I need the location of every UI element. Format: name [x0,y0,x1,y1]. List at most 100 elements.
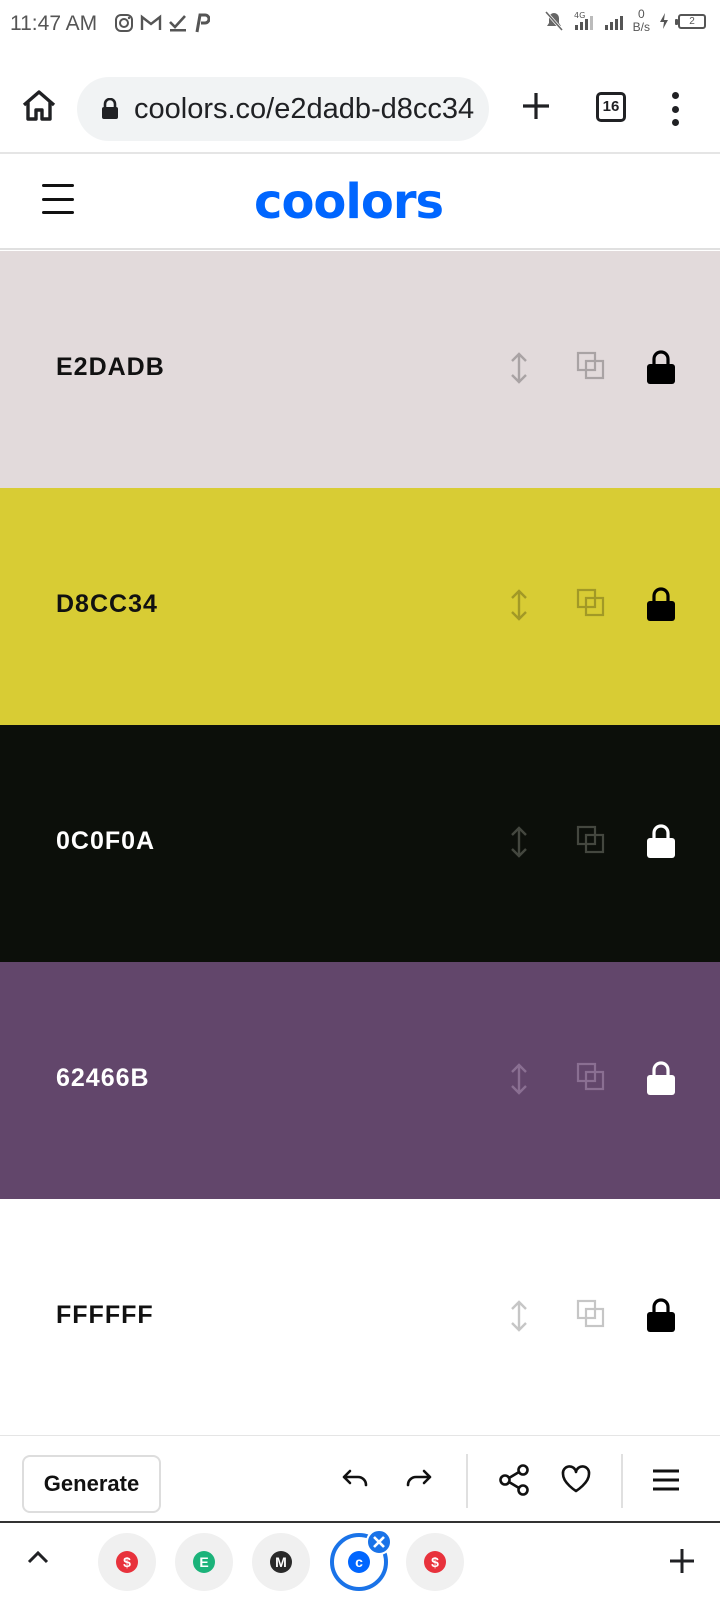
app-header: coolors [0,156,720,250]
address-bar[interactable]: coolors.co/e2dadb-d8cc34 [77,77,489,141]
hex-code[interactable]: 0C0F0A [56,827,155,856]
undo-icon [342,1469,368,1487]
status-time: 11:47 AM [10,12,98,35]
charging-icon [660,13,668,29]
browser-toolbar: coolors.co/e2dadb-d8cc34 16 [0,52,720,154]
close-icon [373,1536,385,1548]
copy-button[interactable] [576,351,606,386]
toolbar-divider [621,1454,623,1508]
copy-button[interactable] [576,825,606,860]
lock-button[interactable] [646,349,676,390]
color-swatch[interactable]: D8CC34 [0,488,720,725]
tab-strip-expand-button[interactable] [26,1549,50,1570]
generate-button[interactable]: Generate [22,1455,161,1513]
net-speed-unit: B/s [632,20,650,34]
tab-thumbnail[interactable]: $ [406,1533,464,1591]
undo-button[interactable] [340,1466,370,1497]
redo-button[interactable] [404,1466,434,1497]
copy-icon [576,588,605,617]
options-menu-button[interactable] [652,1468,680,1497]
lock-button[interactable] [646,1297,676,1338]
lock-icon [647,350,675,384]
favorite-button[interactable] [560,1464,592,1499]
tab-strip: $ E Mc $ [0,1525,720,1600]
battery-icon: 2 [675,13,706,29]
home-icon [22,90,56,121]
toolbar-divider [466,1454,468,1508]
generator-toolbar: Generate [0,1435,720,1523]
chevron-up-icon [27,1550,49,1564]
hex-code[interactable]: D8CC34 [56,590,158,619]
system-icons: 4G 0 B/s 2 [544,8,706,34]
copy-button[interactable] [576,588,606,623]
copy-icon [576,1062,605,1091]
hex-code[interactable]: 62466B [56,1064,150,1093]
copy-icon [576,1299,605,1328]
signal-icon [604,16,623,30]
lock-button[interactable] [646,586,676,627]
share-button[interactable] [498,1464,530,1501]
drag-handle[interactable] [508,588,530,627]
net-speed: 0 B/s [633,8,650,34]
plus-icon [670,1549,694,1573]
new-tab-button[interactable] [520,90,552,127]
url-text: coolors.co/e2dadb-d8cc34 [134,93,475,125]
paypal-icon [195,13,210,33]
drag-handle[interactable] [508,351,530,390]
close-tab-button[interactable] [366,1529,392,1555]
drag-handle[interactable] [508,825,530,864]
yellow-m-favicon: M [270,1551,292,1573]
tab-strip-new-tab-button[interactable] [668,1547,696,1580]
coolors-favicon: c [348,1551,370,1573]
color-swatch[interactable]: 0C0F0A [0,725,720,962]
lock-button[interactable] [646,823,676,864]
drag-handle[interactable] [508,1299,530,1338]
copy-button[interactable] [576,1299,606,1334]
heart-icon [561,1465,591,1493]
drag-arrows-icon [511,352,527,384]
copy-icon [576,825,605,854]
browser-menu-button[interactable] [668,92,682,126]
status-bar: 11:47 AM 4G 0 B/s 2 [0,0,720,52]
drag-handle[interactable] [508,1062,530,1101]
green-e-favicon: E [193,1551,215,1573]
tab-switcher-button[interactable]: 16 [596,92,626,122]
tab-thumbnail[interactable]: $ [98,1533,156,1591]
tab-thumbnail[interactable]: E [175,1533,233,1591]
color-swatch[interactable]: E2DADB [0,251,720,488]
hex-code[interactable]: E2DADB [56,353,165,382]
red-dollar-favicon: $ [116,1551,138,1573]
redo-icon [406,1469,432,1487]
share-icon [499,1464,529,1496]
app-menu-button[interactable] [42,184,74,214]
drag-arrows-icon [511,826,527,858]
instagram-icon [115,14,133,32]
secure-lock-icon [102,98,118,119]
hex-code[interactable]: FFFFFF [56,1301,154,1330]
tab-thumbnail[interactable]: c [330,1529,392,1591]
home-button[interactable] [20,88,58,122]
gmail-icon [140,14,162,30]
copy-icon [576,351,605,380]
signal-4g-icon: 4G [574,11,593,30]
red-dollar-favicon: $ [424,1551,446,1573]
check-icon [169,15,186,32]
network-type-label: 4G [574,11,585,20]
coolors-logo[interactable]: coolors [254,174,444,230]
notification-icons [114,13,210,33]
drag-arrows-icon [511,1063,527,1095]
lock-icon [647,1298,675,1332]
palette: E2DADB D8CC34 0C0F0A 62466B FFFFFF [0,251,720,1436]
copy-button[interactable] [576,1062,606,1097]
mute-icon [544,11,563,31]
color-swatch[interactable]: FFFFFF [0,1199,720,1436]
lock-button[interactable] [646,1060,676,1101]
lock-icon [647,587,675,621]
menu-icon [653,1469,679,1491]
drag-arrows-icon [511,589,527,621]
tab-thumbnail[interactable]: M [252,1533,310,1591]
plus-icon [523,93,549,119]
lock-icon [647,824,675,858]
drag-arrows-icon [511,1300,527,1332]
color-swatch[interactable]: 62466B [0,962,720,1199]
